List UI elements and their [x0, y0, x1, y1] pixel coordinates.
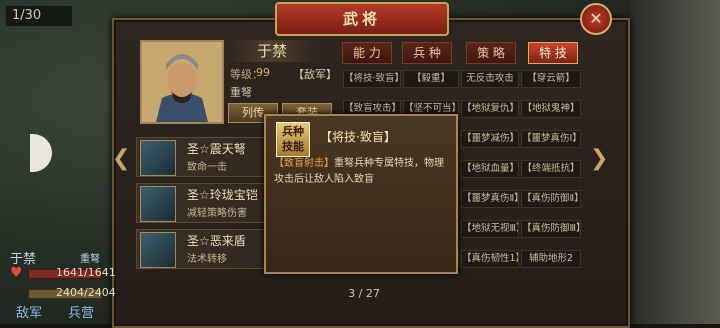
skill-cell[interactable]: 【噩梦真伤Ⅱ】 — [461, 190, 519, 208]
faction-label: 【敌军】 — [293, 68, 337, 81]
hud-troop-type: 重弩 — [80, 254, 100, 265]
panel-title: 武将 — [275, 2, 449, 36]
sp-value: 2404/2404 — [56, 286, 116, 299]
close-button[interactable]: ✕ — [580, 3, 612, 35]
armor-icon — [140, 186, 176, 222]
tab-ability[interactable]: 能 力 — [342, 42, 392, 64]
shield-icon — [140, 232, 176, 268]
skill-cell[interactable]: 【真伤防御Ⅱ】 — [521, 190, 581, 208]
skill-cell[interactable]: 无反击攻击 — [461, 70, 519, 88]
next-arrow-icon[interactable]: ❯ — [590, 146, 608, 171]
equipment-desc: 致命一击 — [187, 162, 227, 173]
turn-counter: 1/30 — [6, 6, 72, 26]
skill-cell[interactable]: 【噩梦真伤Ⅰ】 — [521, 130, 581, 148]
skill-cell[interactable]: 【毅重】 — [403, 70, 459, 88]
general-portrait — [140, 40, 224, 124]
hud-troop-label: 兵营 — [68, 306, 95, 321]
hud-enemy-label: 敌军 — [16, 306, 43, 321]
skill-cell[interactable]: 【将技·致盲】 — [343, 70, 401, 88]
skill-cell[interactable]: 【地狱血量】 — [461, 160, 519, 178]
page-indicator: 3 / 27 — [348, 287, 380, 300]
equipment-desc: 减轻策略伤害 — [187, 208, 247, 219]
battlefield-right-edge — [630, 0, 720, 324]
general-name: 于禁 — [228, 40, 316, 62]
skill-cell[interactable]: 辅助地形2 — [521, 250, 581, 268]
skill-cell[interactable]: 【真伤防御Ⅲ】 — [521, 220, 581, 238]
prev-arrow-icon[interactable]: ❮ — [112, 146, 130, 171]
skill-cell[interactable]: 【噩梦减伤】 — [461, 130, 519, 148]
tab-special-skill[interactable]: 特 技 — [528, 42, 578, 64]
equipment-name: 圣☆恶来盾 — [187, 234, 246, 248]
troop-type: 重弩 — [230, 86, 252, 99]
hp-value: 1641/1641 — [56, 266, 116, 279]
level-value: 99 — [256, 66, 270, 79]
portrait-image — [142, 42, 222, 122]
skill-tooltip: 兵种技能 【将技·致盲】 【致盲射击】重弩兵种专属特技，物理攻击后让敌人陷入致盲 — [264, 114, 458, 274]
tab-strategy[interactable]: 策 略 — [466, 42, 516, 64]
skill-cell[interactable]: 【地狱无视Ⅲ】 — [461, 220, 519, 238]
heart-icon: ♥ — [10, 265, 23, 281]
skill-cell[interactable]: 【地狱复仇】 — [461, 100, 519, 118]
crossbow-icon — [140, 140, 176, 176]
tooltip-description: 【致盲射击】重弩兵种专属特技，物理攻击后让敌人陷入致盲 — [274, 156, 450, 188]
skill-cell[interactable]: 【穿云箭】 — [521, 70, 581, 88]
skill-cell[interactable]: 【地狱鬼神】 — [521, 100, 581, 118]
tooltip-title: 【将技·致盲】 — [320, 130, 396, 144]
equipment-name: 圣☆玲珑宝铠 — [187, 188, 258, 202]
equipment-desc: 法术转移 — [187, 254, 227, 265]
equipment-name: 圣☆震天弩 — [187, 142, 246, 156]
skill-cell[interactable]: 【终端抵抗】 — [521, 160, 581, 178]
skill-cell[interactable]: 【真伤韧性1】 — [461, 250, 519, 268]
troop-skill-badge: 兵种技能 — [276, 122, 310, 157]
tooltip-highlight: 【致盲射击】 — [274, 158, 334, 169]
tab-troop[interactable]: 兵 种 — [402, 42, 452, 64]
